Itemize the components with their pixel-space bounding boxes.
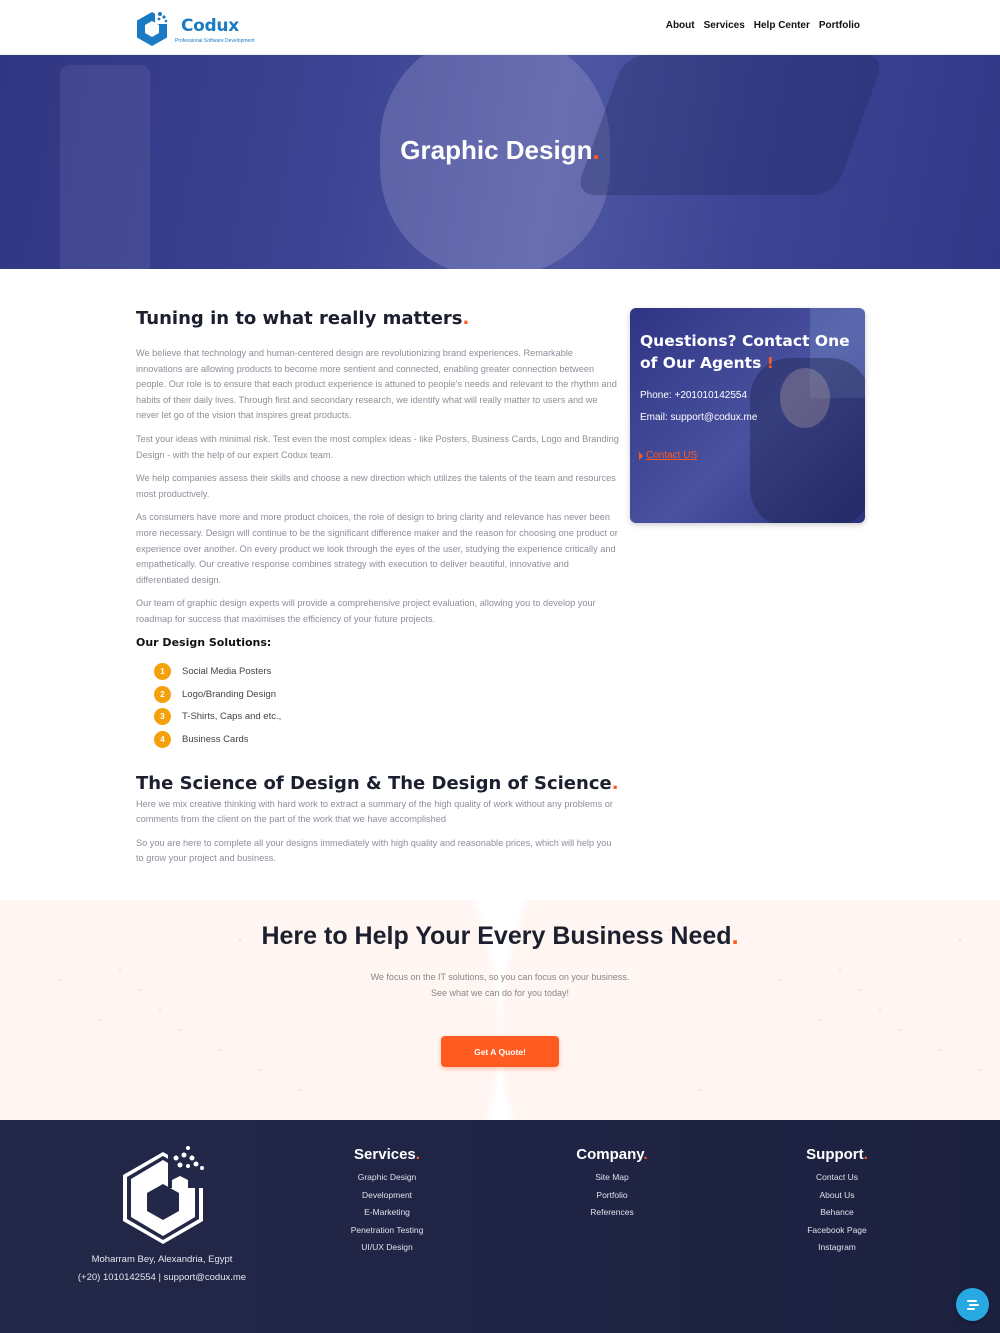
- body-paragraph: Test your ideas with minimal risk. Test …: [136, 433, 619, 460]
- body-paragraph: We help companies assess their skills an…: [136, 473, 616, 499]
- body-paragraph: As consumers have more and more product …: [136, 512, 618, 585]
- brand-logo[interactable]: Codux Professional Software Development: [135, 8, 255, 48]
- footer-column-services: Services. Graphic Design Development E-M…: [307, 1146, 467, 1257]
- list-item-label: T-Shirts, Caps and etc.,: [182, 711, 282, 723]
- site-header: Codux Professional Software Development …: [0, 0, 1000, 55]
- number-badge: 3: [154, 708, 171, 726]
- solutions-list: 1 Social Media Posters 2 Logo/Branding Des…: [154, 661, 621, 751]
- main-content: Tuning in to what really matters. We bel…: [136, 308, 621, 867]
- footer-phone: (+20) 1010142554: [77, 1272, 156, 1283]
- number-badge: 4: [154, 730, 171, 748]
- codux-logo-icon: [137, 12, 169, 46]
- footer-column-title: Support.: [806, 1146, 868, 1163]
- site-footer: Moharram Bey, Alexandria, Egypt (+20) 10…: [0, 1120, 1000, 1333]
- brand-name: Codux: [181, 16, 239, 36]
- footer-contact: (+20) 1010142554 | support@codux.me: [77, 1272, 247, 1283]
- footer-link[interactable]: E-Marketing: [307, 1204, 467, 1222]
- list-item-label: Business Cards: [182, 733, 249, 745]
- footer-email: support@codux.me: [163, 1272, 247, 1283]
- footer-link[interactable]: Behance: [757, 1204, 917, 1222]
- contact-card: Questions? Contact One of Our Agents ! P…: [630, 308, 865, 523]
- footer-column-title: Services.: [354, 1146, 420, 1163]
- caret-right-icon: [639, 451, 643, 460]
- footer-link[interactable]: Facebook Page: [757, 1222, 917, 1240]
- cta-section: Here to Help Your Every Business Need. W…: [0, 900, 1000, 1120]
- solutions-title: Our Design Solutions:: [136, 635, 272, 649]
- main-nav: About Services Help Center Portfolio: [666, 20, 860, 31]
- footer-link[interactable]: Penetration Testing: [307, 1222, 467, 1240]
- footer-link[interactable]: Contact Us: [757, 1169, 917, 1187]
- section-title: The Science of Design & The Design of Sc…: [136, 772, 619, 794]
- chat-widget-button[interactable]: [956, 1288, 989, 1321]
- brand-tagline: Professional Software Development: [175, 38, 255, 44]
- list-item-label: Logo/Branding Design: [182, 688, 277, 700]
- card-email: Email: support@codux.me: [640, 412, 758, 423]
- page-title: Graphic Design.: [400, 135, 600, 165]
- contact-us-link[interactable]: Contact US: [639, 450, 697, 461]
- section-title: Tuning in to what really matters.: [136, 308, 470, 329]
- footer-column-company: Company. Site Map Portfolio References: [532, 1146, 692, 1222]
- card-phone: Phone: +201010142554: [640, 390, 748, 401]
- footer-link[interactable]: Instagram: [757, 1239, 917, 1257]
- footer-link[interactable]: Graphic Design: [307, 1169, 467, 1187]
- nav-help-center[interactable]: Help Center: [754, 20, 810, 31]
- number-badge: 2: [154, 685, 171, 703]
- chat-icon: [966, 1299, 979, 1310]
- body-paragraph: Here we mix creative thinking with hard …: [136, 798, 613, 825]
- cta-subtitle: See what we can do for you today!: [430, 988, 570, 998]
- footer-link[interactable]: References: [532, 1204, 692, 1222]
- list-item-label: Social Media Posters: [182, 666, 272, 678]
- list-item: 1 Social Media Posters: [154, 661, 621, 684]
- cta-title: Here to Help Your Every Business Need.: [261, 922, 739, 950]
- footer-address: Moharram Bey, Alexandria, Egypt: [91, 1254, 233, 1265]
- get-quote-button[interactable]: Get A Quote!: [441, 1036, 559, 1067]
- number-badge: 1: [154, 663, 171, 681]
- footer-link[interactable]: UI/UX Design: [307, 1239, 467, 1257]
- card-title: Questions? Contact One of Our Agents !: [640, 332, 850, 372]
- list-item: 3 T-Shirts, Caps and etc.,: [154, 706, 621, 729]
- footer-link[interactable]: Portfolio: [532, 1187, 692, 1205]
- list-item: 4 Business Cards: [154, 728, 621, 751]
- body-paragraph: Our team of graphic design experts will …: [136, 598, 596, 624]
- footer-link[interactable]: Development: [307, 1187, 467, 1205]
- nav-services[interactable]: Services: [704, 20, 745, 31]
- card-photo-shape: [780, 368, 830, 428]
- footer-column-support: Support. Contact Us About Us Behance Fac…: [757, 1146, 917, 1257]
- footer-logo-icon: [123, 1144, 208, 1244]
- nav-portfolio[interactable]: Portfolio: [819, 20, 860, 31]
- footer-link[interactable]: About Us: [757, 1187, 917, 1205]
- footer-link[interactable]: Site Map: [532, 1169, 692, 1187]
- footer-column-title: Company.: [576, 1146, 648, 1163]
- cta-subtitle: We focus on the IT solutions, so you can…: [370, 972, 630, 982]
- nav-about[interactable]: About: [666, 20, 695, 31]
- body-paragraph: So you are here to complete all your des…: [136, 837, 612, 864]
- hero-banner: Graphic Design.: [0, 55, 1000, 269]
- list-item: 2 Logo/Branding Design: [154, 683, 621, 706]
- body-paragraph: We believe that technology and human-cen…: [136, 348, 617, 421]
